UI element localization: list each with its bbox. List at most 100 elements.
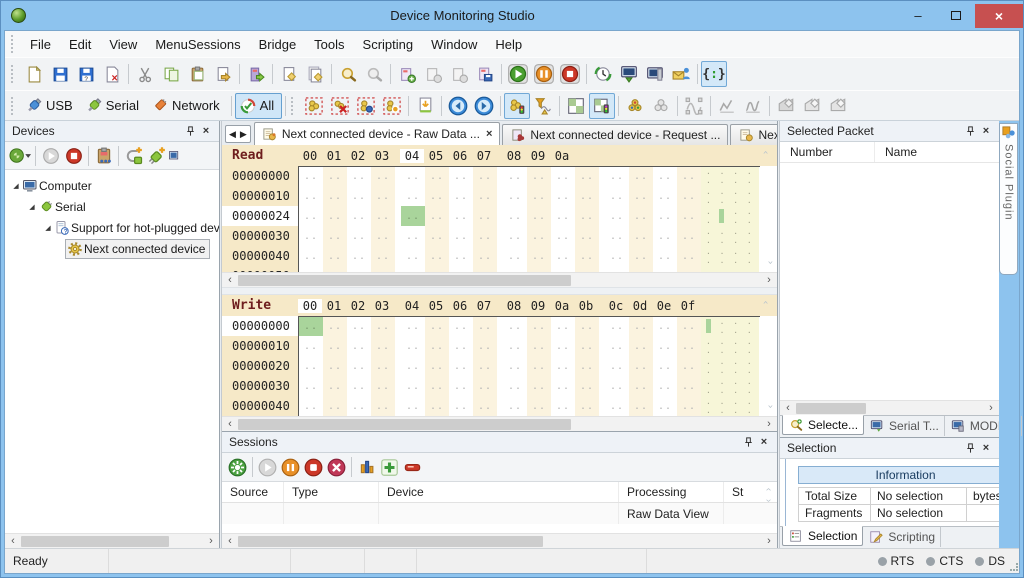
- menu-menusessions[interactable]: MenuSessions: [146, 33, 249, 55]
- hex-ascii-cell[interactable]: . . . . . . . .: [701, 226, 759, 246]
- filter-wave-button[interactable]: [530, 93, 556, 119]
- data-chart-button[interactable]: [681, 93, 707, 119]
- hex-byte-cell[interactable]: ..: [425, 376, 449, 396]
- hex-byte-cell[interactable]: ..: [503, 376, 527, 396]
- hex-byte-cell[interactable]: ..: [449, 246, 473, 266]
- hex-byte-cell[interactable]: ..: [575, 356, 599, 376]
- scroll-thumb[interactable]: [238, 275, 571, 286]
- menu-tools[interactable]: Tools: [305, 33, 353, 55]
- hex-byte-cell[interactable]: ..: [347, 356, 371, 376]
- hex-ascii-cell[interactable]: . . . . . . . .: [701, 376, 759, 396]
- hex-byte-cell[interactable]: ..: [425, 266, 449, 272]
- structured-view-button[interactable]: [589, 93, 615, 119]
- hex-byte-cell[interactable]: ..: [299, 316, 323, 336]
- hex-byte-cell[interactable]: ..: [347, 186, 371, 206]
- hex-byte-cell[interactable]: ..: [527, 206, 551, 226]
- hex-byte-cell[interactable]: ..: [575, 396, 599, 416]
- hex-byte-cell[interactable]: ..: [323, 266, 347, 272]
- scroll-left-arrow[interactable]: ‹: [780, 402, 796, 414]
- hex-byte-cell[interactable]: ..: [653, 396, 677, 416]
- hex-byte-cell[interactable]: ..: [527, 316, 551, 336]
- hex-byte-cell[interactable]: ..: [347, 316, 371, 336]
- tab-scroll-right-icon[interactable]: ▶: [240, 129, 247, 140]
- export-data-button[interactable]: [412, 93, 438, 119]
- tree-item-computer[interactable]: ◢ Computer: [5, 175, 219, 196]
- send-feedback-button[interactable]: [668, 61, 694, 87]
- menu-file[interactable]: File: [21, 33, 60, 55]
- hex-byte-cell[interactable]: ..: [527, 336, 551, 356]
- filter-packets-button[interactable]: [353, 93, 379, 119]
- hex-byte-cell[interactable]: ..: [629, 206, 653, 226]
- read-hscrollbar[interactable]: ‹ ›: [222, 272, 777, 287]
- hex-byte-cell[interactable]: ..: [449, 166, 473, 186]
- hex-byte-cell[interactable]: ..: [425, 356, 449, 376]
- hex-byte-cell[interactable]: ..: [551, 186, 575, 206]
- start-session-button[interactable]: [256, 456, 279, 479]
- tab-raw-data[interactable]: Next connected device - Raw Data ... ×: [254, 122, 501, 145]
- hex-byte-cell[interactable]: ..: [653, 246, 677, 266]
- scroll-down-icon[interactable]: ›: [764, 259, 775, 265]
- hex-byte-cell[interactable]: ..: [527, 266, 551, 272]
- hex-ascii-cell[interactable]: . . . . . . . .: [701, 336, 759, 356]
- hex-byte-cell[interactable]: ..: [449, 266, 473, 272]
- hex-byte-cell[interactable]: ..: [503, 336, 527, 356]
- close-session-button[interactable]: [325, 456, 348, 479]
- column-status[interactable]: St: [724, 482, 761, 502]
- hex-byte-cell[interactable]: ..: [401, 396, 425, 416]
- cut-button[interactable]: [132, 61, 158, 87]
- hex-byte-cell[interactable]: ..: [473, 376, 497, 396]
- export-pane-button[interactable]: [799, 93, 825, 119]
- filter-settings-button[interactable]: [379, 93, 405, 119]
- collapse-icon[interactable]: ◢: [43, 224, 53, 232]
- hex-byte-cell[interactable]: ..: [323, 396, 347, 416]
- hex-byte-cell[interactable]: ..: [449, 206, 473, 226]
- hex-byte-cell[interactable]: ..: [503, 266, 527, 272]
- menu-scripting[interactable]: Scripting: [354, 33, 423, 55]
- package-save-button[interactable]: [472, 61, 498, 87]
- scroll-right-arrow[interactable]: ›: [983, 402, 999, 414]
- device-type-menu-button[interactable]: [9, 144, 32, 167]
- hex-byte-cell[interactable]: ..: [401, 186, 425, 206]
- hex-byte-cell[interactable]: ..: [323, 316, 347, 336]
- hex-byte-cell[interactable]: ..: [425, 336, 449, 356]
- scroll-up-icon[interactable]: ›: [764, 488, 775, 491]
- hex-byte-cell[interactable]: ..: [575, 226, 599, 246]
- hex-byte-cell[interactable]: ..: [653, 316, 677, 336]
- hex-byte-cell[interactable]: ..: [677, 226, 701, 246]
- hex-ascii-cell[interactable]: . . . . . . . .: [701, 316, 759, 336]
- hex-byte-cell[interactable]: ..: [425, 206, 449, 226]
- hex-byte-cell[interactable]: ..: [575, 376, 599, 396]
- hex-byte-cell[interactable]: ..: [653, 206, 677, 226]
- hex-byte-cell[interactable]: ..: [503, 356, 527, 376]
- pin-icon[interactable]: [740, 435, 756, 449]
- hex-byte-cell[interactable]: ..: [629, 226, 653, 246]
- paste-button[interactable]: [184, 61, 210, 87]
- hex-byte-cell[interactable]: ..: [401, 316, 425, 336]
- hex-byte-cell[interactable]: ..: [371, 356, 395, 376]
- hex-byte-cell[interactable]: ..: [347, 226, 371, 246]
- device-view-button[interactable]: [168, 144, 180, 167]
- scroll-thumb[interactable]: [238, 536, 543, 547]
- column-device[interactable]: Device: [379, 482, 619, 502]
- hex-byte-cell[interactable]: ..: [371, 336, 395, 356]
- scroll-thumb[interactable]: [238, 419, 571, 430]
- hex-byte-cell[interactable]: ..: [473, 206, 497, 226]
- hex-byte-cell[interactable]: ..: [323, 336, 347, 356]
- hex-byte-cell[interactable]: ..: [527, 396, 551, 416]
- hex-byte-cell[interactable]: ..: [401, 376, 425, 396]
- resize-grip[interactable]: [1010, 563, 1018, 571]
- hex-byte-cell[interactable]: ..: [629, 186, 653, 206]
- close-panel-icon[interactable]: ×: [978, 124, 994, 138]
- hex-byte-cell[interactable]: ..: [551, 356, 575, 376]
- hide-packets-button[interactable]: [327, 93, 353, 119]
- hex-byte-cell[interactable]: ..: [551, 376, 575, 396]
- add-session-button[interactable]: [378, 456, 401, 479]
- menu-bridge[interactable]: Bridge: [250, 33, 306, 55]
- hex-byte-cell[interactable]: ..: [677, 356, 701, 376]
- network-filter-button[interactable]: Network: [147, 93, 228, 119]
- hex-byte-cell[interactable]: ..: [371, 226, 395, 246]
- hex-byte-cell[interactable]: ..: [653, 266, 677, 272]
- hex-byte-cell[interactable]: ..: [425, 316, 449, 336]
- hex-byte-cell[interactable]: ..: [347, 246, 371, 266]
- collapse-icon[interactable]: ◢: [11, 182, 21, 190]
